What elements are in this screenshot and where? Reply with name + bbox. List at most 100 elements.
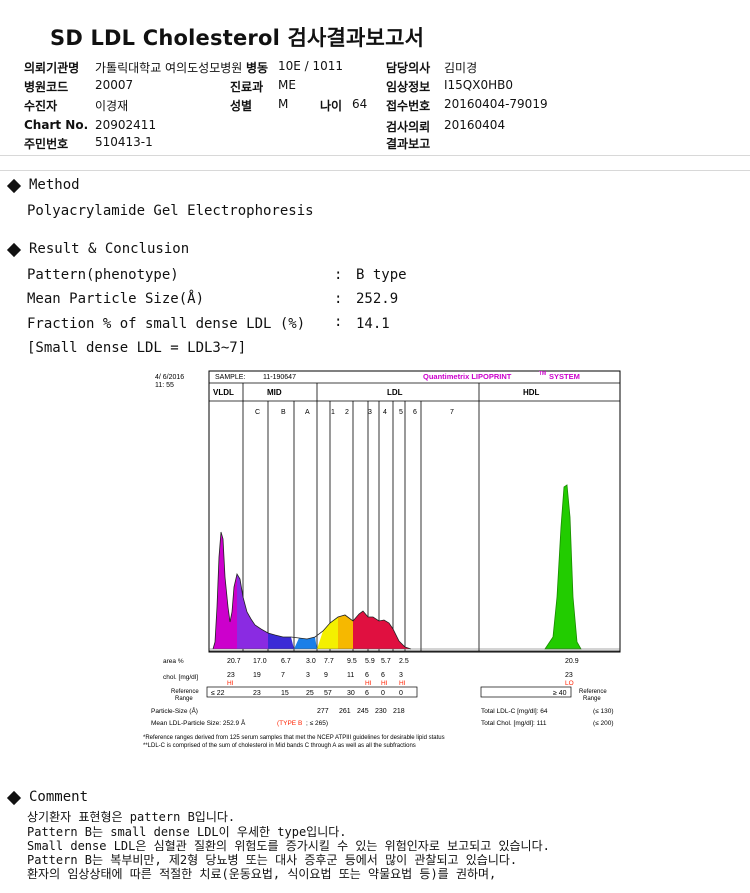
age-value: 64: [352, 97, 368, 111]
flag-hi: HI: [399, 680, 406, 687]
band-vldl: VLDL: [213, 388, 234, 397]
chol-value: 3: [306, 672, 310, 679]
doctor-label: 담당의사: [386, 61, 431, 75]
ref-label-left: Range: [175, 696, 193, 702]
total-ldl-ref: (≤ 130): [593, 708, 614, 715]
comment-line-5: 환자의 임상상태에 따른 적절한 치료(운동요법, 식이요법 또는 약물요법 등…: [27, 867, 497, 881]
report-date: 4/ 6/2016: [155, 374, 184, 381]
ref-value: 0: [381, 690, 385, 697]
comment-bullet-icon: [6, 790, 22, 806]
code-value: 20007: [95, 78, 134, 92]
particle-value: 261: [339, 708, 351, 715]
particle-label: Particle-Size (Å): [151, 706, 198, 715]
age-label: 나이: [320, 99, 343, 113]
method-heading: Method: [29, 177, 80, 193]
pattern-colon: :: [334, 267, 343, 283]
sub-band-label-B: B: [281, 409, 286, 416]
patient-label: 수진자: [24, 99, 58, 113]
clinical-value: I15QX0HB0: [444, 78, 513, 92]
chol-label: chol. [mg/dl]: [163, 674, 198, 681]
size-label: Mean Particle Size(Å): [27, 291, 205, 307]
sub-band-label-C: C: [255, 409, 260, 416]
method-bullet-icon: [6, 178, 22, 194]
method-text: Polyacrylamide Gel Electrophoresis: [27, 203, 314, 219]
type-tag: (TYPE B: [277, 720, 302, 727]
ref-value: 57: [324, 690, 332, 697]
chol-value: 19: [253, 672, 261, 679]
area-value: 9.5: [347, 658, 357, 665]
ref-value: 25: [306, 690, 314, 697]
comment-heading: Comment: [29, 789, 89, 805]
sub-band-label-2: 2: [345, 409, 349, 416]
fraction-colon: :: [334, 314, 343, 330]
chol-hdl: 23: [565, 672, 573, 679]
flag-lo: LO: [565, 680, 574, 687]
header-divider-top: [0, 155, 750, 156]
dept-value: ME: [278, 78, 296, 92]
ref-value: 0: [399, 690, 403, 697]
footnote-1: *Reference ranges derived from 125 serum…: [143, 735, 445, 741]
area-label: area %: [163, 658, 184, 665]
sex-label: 성별: [230, 99, 253, 113]
chol-value: 9: [324, 672, 328, 679]
ref-value: ≤ 22: [211, 690, 225, 697]
total-ldl-label: Total LDL-C [mg/dl]: 64: [481, 708, 548, 715]
ward-value: 10E / 1011: [278, 59, 344, 73]
result-heading: Result & Conclusion: [29, 241, 190, 257]
pattern-value: B type: [356, 267, 407, 283]
area-value: 5.7: [381, 658, 391, 665]
request-label: 검사의뢰: [386, 120, 431, 134]
brand-name: Quantimetrix LIPOPRINT: [423, 372, 512, 381]
sub-band-label-A: A: [305, 409, 310, 416]
hospital-label: 의뢰기관명: [24, 61, 80, 75]
chol-value: 6: [381, 672, 385, 679]
area-value: 5.9: [365, 658, 375, 665]
chol-value: 3: [399, 672, 403, 679]
fraction-label: Fraction % of small dense LDL (%): [27, 316, 306, 332]
brand-suffix: SYSTEM: [549, 372, 580, 381]
area-hdl: 20.9: [565, 658, 579, 665]
receipt-label: 접수번호: [386, 99, 431, 113]
id-label: 주민번호: [24, 137, 69, 151]
result-label: 결과보고: [386, 137, 431, 151]
band-mid: MID: [267, 388, 282, 397]
particle-value: 230: [375, 708, 387, 715]
chol-value: 6: [365, 672, 369, 679]
request-value: 20160404: [444, 118, 506, 132]
ref-label-right: Reference: [579, 689, 607, 695]
flag-hi: HI: [381, 680, 388, 687]
ref-value: 6: [365, 690, 369, 697]
area-value: 17.0: [253, 658, 267, 665]
band-hdl: HDL: [523, 388, 540, 397]
area-value: 2.5: [399, 658, 409, 665]
pattern-label: Pattern(phenotype): [27, 267, 179, 283]
ref-value: 23: [253, 690, 261, 697]
sex-value: M: [278, 97, 289, 111]
brand-tm: TM: [539, 371, 546, 377]
ward-label: 병동: [246, 61, 269, 75]
area-value: 6.7: [281, 658, 291, 665]
band-ldl: LDL: [387, 388, 403, 397]
ref-value: 30: [347, 690, 355, 697]
dept-label: 진료과: [230, 80, 264, 94]
id-value: 510413-1: [95, 135, 153, 149]
particle-value: 218: [393, 708, 405, 715]
area-value: 7.7: [324, 658, 334, 665]
size-colon: :: [334, 291, 343, 307]
receipt-value: 20160404-79019: [444, 97, 548, 111]
ref-hdl: ≥ 40: [553, 690, 567, 697]
sdldl-note: [Small dense LDL = LDL3~7]: [27, 340, 247, 356]
chol-value: 11: [347, 672, 354, 679]
footnote-2: **LDL-C is comprised of the sum of chole…: [143, 743, 416, 749]
sub-band-label-4: 4: [383, 409, 387, 416]
particle-value: 245: [357, 708, 369, 715]
sub-band-label-1: 1: [331, 409, 335, 416]
doctor-value: 김미경: [444, 61, 478, 75]
ref-label-right: Range: [583, 696, 601, 702]
flag-hi: HI: [227, 680, 234, 687]
hospital-value: 가톨릭대학교 여의도성모병원: [95, 61, 243, 75]
sub-band-label-7: 7: [450, 409, 454, 416]
band-ldl2-peak: [338, 615, 353, 649]
fraction-value: 14.1: [356, 316, 390, 332]
sample-value: 11-190647: [263, 374, 296, 381]
